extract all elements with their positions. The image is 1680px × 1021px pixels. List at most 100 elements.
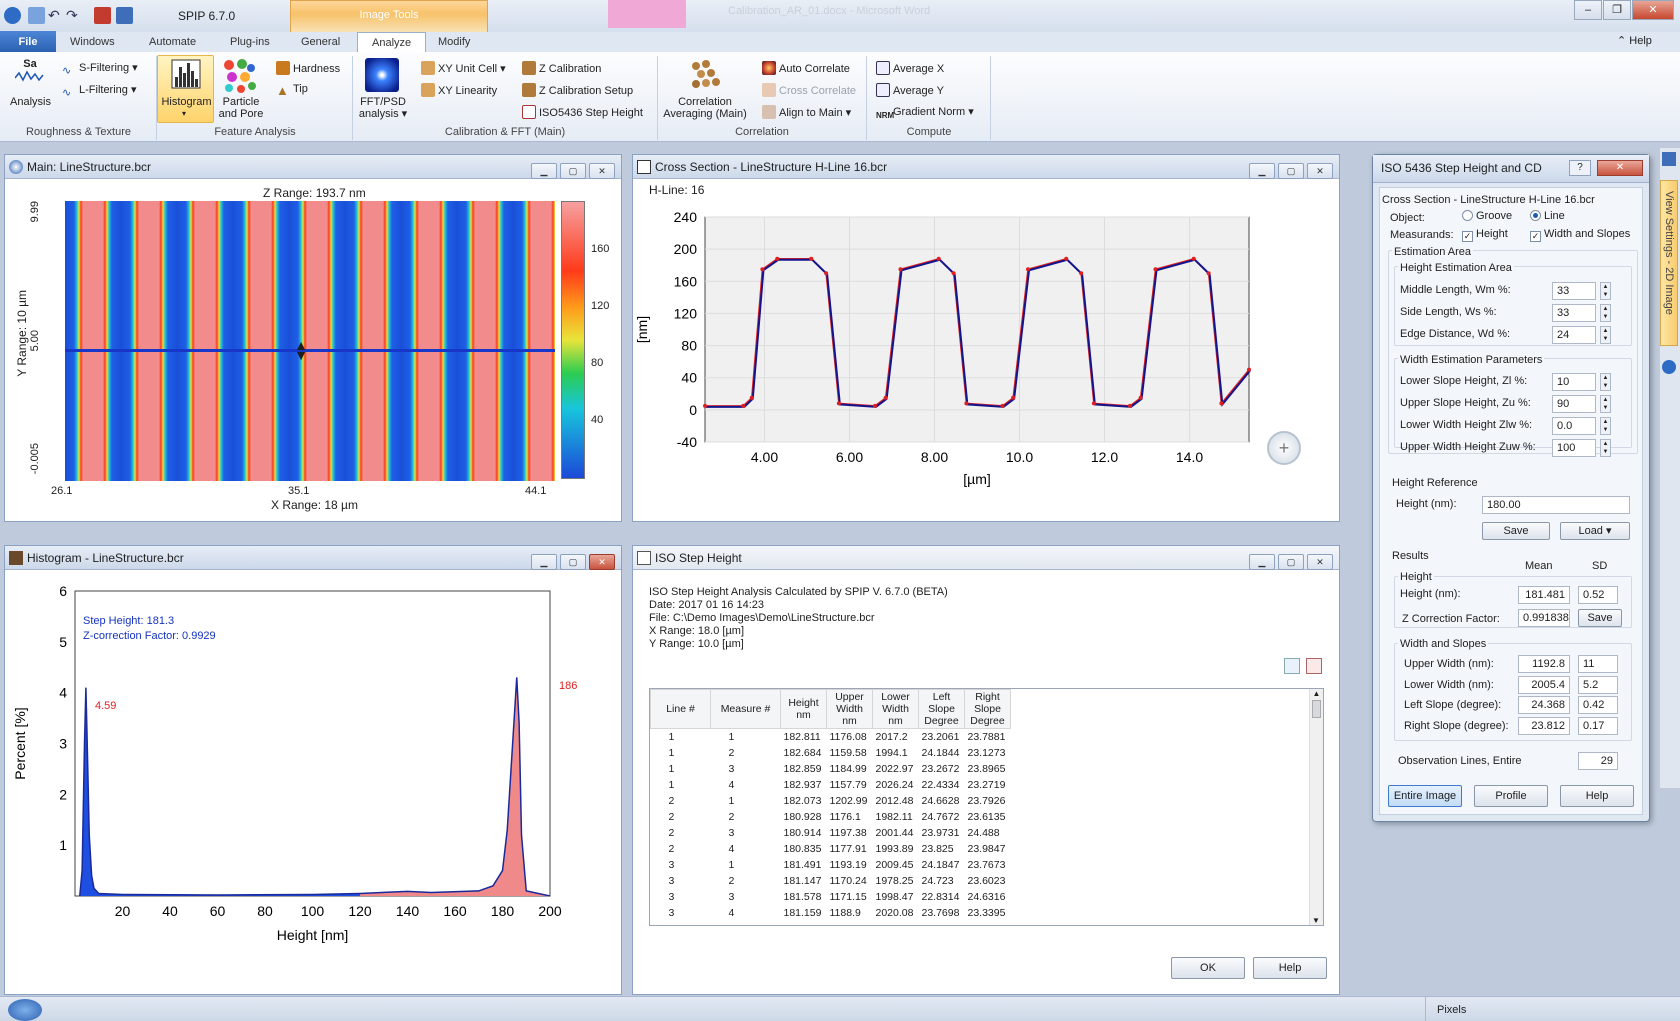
side-length-spinner[interactable]: ▲ ▼ <box>1600 304 1611 322</box>
edge-distance-input[interactable]: 24 <box>1552 326 1596 344</box>
z-correction-save-button[interactable]: Save <box>1578 609 1622 627</box>
average-y-button[interactable]: Average Y <box>876 83 944 97</box>
middle-length-spinner[interactable]: ▲ ▼ <box>1600 282 1611 300</box>
sa-analysis-button[interactable]: Sa <box>12 58 48 94</box>
minimize-icon[interactable]: ▁ <box>1249 554 1275 570</box>
upper-width-height-input[interactable]: 100 <box>1552 439 1596 457</box>
table-row[interactable]: 1 3 182.859 1184.99 2022.97 23.2672 23.8965 <box>651 761 1011 777</box>
z-calibration-button[interactable]: Z Calibration <box>522 61 601 75</box>
column-header[interactable]: Lower Width nm <box>872 689 919 729</box>
view-settings-tab[interactable]: View Settings - 2D Image <box>1660 180 1678 346</box>
grid-red-icon[interactable] <box>94 7 111 24</box>
table-row[interactable]: 3 3 181.578 1171.15 1998.47 22.8314 24.6316 <box>651 889 1011 905</box>
column-header[interactable]: Right Slope Degree <box>964 689 1011 729</box>
lower-slope-input[interactable]: 10 <box>1552 373 1596 391</box>
table-row[interactable]: 2 3 180.914 1197.38 2001.44 23.9731 24.488 <box>651 825 1011 841</box>
tab-windows[interactable]: Windows <box>56 32 129 53</box>
zoom-icon[interactable]: + <box>1267 431 1301 465</box>
column-header[interactable]: Measure # <box>710 689 781 729</box>
close-window-button[interactable]: ✕ <box>1632 0 1674 20</box>
maximize-icon[interactable]: ▢ <box>1278 554 1304 570</box>
restore-button[interactable]: ❐ <box>1603 0 1631 20</box>
column-header[interactable]: Left Slope Degree <box>918 689 965 729</box>
h-line-cursor[interactable] <box>65 349 555 352</box>
minimize-button[interactable]: – <box>1574 0 1602 20</box>
table-row[interactable]: 3 4 181.159 1188.9 2020.08 23.7698 23.3395 <box>651 905 1011 921</box>
minimize-icon[interactable]: ▁ <box>531 163 557 179</box>
scroll-down-icon[interactable]: ▼ <box>1310 916 1322 925</box>
maximize-icon[interactable]: ▢ <box>1278 163 1304 179</box>
status-orb-icon[interactable] <box>8 999 42 1021</box>
cross-section-chart[interactable]: 240 200 160 120 80 40 0 -40 4.00 6.00 8.00 10.0 12.0… <box>633 195 1339 521</box>
tab-modify[interactable]: Modify <box>424 32 484 53</box>
gradient-norm-button[interactable]: NRMGradient Norm ▾ <box>876 105 974 125</box>
copy-icon[interactable] <box>1284 658 1300 674</box>
lower-width-height-spinner[interactable]: ▲ ▼ <box>1600 417 1611 435</box>
cross-correlate-button[interactable]: Cross Correlate <box>762 83 856 97</box>
height-ref-load-button[interactable]: Load ▾ <box>1560 522 1630 540</box>
scroll-thumb[interactable] <box>1312 700 1321 718</box>
tab-general[interactable]: General <box>287 32 354 53</box>
height-ref-save-button[interactable]: Save <box>1482 522 1550 540</box>
close-icon[interactable]: ✕ <box>589 554 615 570</box>
maximize-icon[interactable]: ▢ <box>560 163 586 179</box>
tab-plug-ins[interactable]: Plug-ins <box>216 32 284 53</box>
close-icon[interactable]: ✕ <box>1307 163 1333 179</box>
entire-image-button[interactable]: Entire Image <box>1388 785 1462 807</box>
scroll-up-icon[interactable]: ▲ <box>1310 689 1323 698</box>
side-length-input[interactable]: 33 <box>1552 304 1596 322</box>
xy-unit-cell-button[interactable]: XY Unit Cell ▾ <box>421 61 506 75</box>
dialog-help-button[interactable]: Help <box>1560 785 1634 807</box>
histogram-button[interactable]: Histogram ▾ <box>157 55 214 123</box>
redo-icon[interactable]: ↷ <box>66 7 83 24</box>
fft-psd-button[interactable]: FFT/PSD analysis ▾ <box>358 96 408 120</box>
table-row[interactable]: 2 1 182.073 1202.99 2012.48 24.6628 23.7926 <box>651 793 1011 809</box>
table-scrollbar[interactable]: ▲ ▼ <box>1309 689 1323 925</box>
middle-length-input[interactable]: 33 <box>1552 282 1596 300</box>
help-link[interactable]: ⌃ Help <box>1617 34 1652 47</box>
h-line-drag-handle-icon[interactable]: ▲ ▼ <box>294 338 308 362</box>
upper-slope-input[interactable]: 90 <box>1552 395 1596 413</box>
undo-icon[interactable]: ↶ <box>48 7 65 24</box>
close-icon[interactable]: ✕ <box>589 163 615 179</box>
minimize-icon[interactable]: ▁ <box>531 554 557 570</box>
height-map-image[interactable] <box>65 201 555 481</box>
lower-width-height-input[interactable]: 0.0 <box>1552 417 1596 435</box>
tab-file[interactable]: File <box>0 31 56 53</box>
side-panel-icon[interactable] <box>1662 152 1676 166</box>
s-filtering-button[interactable]: ∿ S-Filtering ▾ <box>62 61 138 78</box>
table-row[interactable]: 3 1 181.491 1193.19 2009.45 24.1847 23.7673 <box>651 857 1011 873</box>
column-header[interactable]: Line # <box>650 689 711 729</box>
object-groove-radio[interactable]: Groove <box>1462 210 1512 222</box>
edge-distance-spinner[interactable]: ▲ ▼ <box>1600 326 1611 344</box>
column-header[interactable]: Height nm <box>780 689 827 729</box>
average-x-button[interactable]: Average X <box>876 61 944 75</box>
minimize-icon[interactable]: ▁ <box>1249 163 1275 179</box>
iso5436-step-height-button[interactable]: ISO5436 Step Height <box>522 105 643 119</box>
tip-button[interactable]: ▲ Tip <box>276 83 308 98</box>
upper-width-height-spinner[interactable]: ▲ ▼ <box>1600 439 1611 457</box>
table-row[interactable]: 2 4 180.835 1177.91 1993.89 23.825 23.9847 <box>651 841 1011 857</box>
width-slopes-checkbox[interactable]: ✓ Width and Slopes <box>1530 228 1630 242</box>
height-reference-input[interactable]: 180.00 <box>1482 496 1630 514</box>
dialog-help-icon[interactable]: ? <box>1569 160 1591 176</box>
table-row[interactable]: 1 2 182.684 1159.58 1994.1 24.1844 23.1273 <box>651 745 1011 761</box>
hardness-button[interactable]: Hardness <box>276 61 340 75</box>
align-to-main-button[interactable]: Align to Main ▾ <box>762 105 851 119</box>
maximize-icon[interactable]: ▢ <box>560 554 586 570</box>
iso-help-button[interactable]: Help <box>1253 957 1327 979</box>
table-row[interactable]: 1 4 182.937 1157.79 2026.24 22.4334 23.2719 <box>651 777 1011 793</box>
object-line-radio[interactable]: Line <box>1530 210 1565 222</box>
height-checkbox[interactable]: ✓ Height <box>1462 228 1508 242</box>
ok-button[interactable]: OK <box>1171 957 1245 979</box>
side-info-icon[interactable] <box>1662 360 1676 374</box>
particle-pore-button[interactable]: Particle and Pore <box>218 96 264 120</box>
open-icon[interactable] <box>28 7 45 24</box>
l-filtering-button[interactable]: ∿ L-Filtering ▾ <box>62 83 136 100</box>
auto-correlate-button[interactable]: Auto Correlate <box>762 61 850 75</box>
tab-analyze[interactable]: Analyze <box>357 32 427 53</box>
export-icon[interactable] <box>1306 658 1322 674</box>
lower-slope-spinner[interactable]: ▲ ▼ <box>1600 373 1611 391</box>
correlation-averaging-button[interactable]: Correlation Averaging (Main) <box>660 96 750 120</box>
table-row[interactable]: 1 1 182.811 1176.08 2017.2 23.2061 23.7881 <box>651 729 1011 746</box>
